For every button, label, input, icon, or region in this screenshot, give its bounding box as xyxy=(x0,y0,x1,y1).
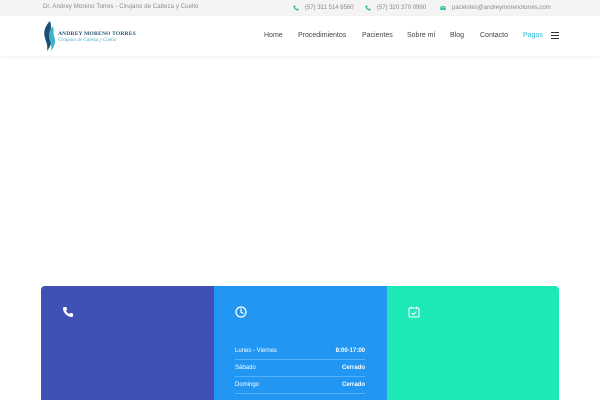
phone-number-2: (57) 320 370 0990 xyxy=(377,5,427,11)
phone-icon xyxy=(62,306,74,318)
nav-item-pacientes[interactable]: Pacientes xyxy=(362,32,393,42)
phone-icon xyxy=(365,5,371,11)
hours-row: Lunes - Viernes 8:00-17:00 xyxy=(235,344,365,360)
hours-row: Domingo Cerrado xyxy=(235,378,365,394)
hours-row: Sábado Cerrado xyxy=(235,361,365,377)
hours-time: Cerrado xyxy=(341,382,365,388)
site-header: ANDREY MORENO TORRES Cirujano de Cabeza … xyxy=(0,16,600,56)
phone-icon xyxy=(293,5,299,11)
hours-day: Domingo xyxy=(235,382,260,388)
phone-number-1: (57) 311 514 6560 xyxy=(305,5,354,11)
hamburger-icon[interactable] xyxy=(551,32,559,40)
envelope-icon xyxy=(440,5,446,10)
hours-time: Cerrado xyxy=(341,365,365,371)
phone-panel xyxy=(41,286,214,400)
top-bar: Dr. Andrey Moreno Torres - Cirujano de C… xyxy=(0,0,600,16)
email-contact[interactable]: pacientes@andreymorenotorres.com xyxy=(440,3,551,13)
email-address: pacientes@andreymorenotorres.com xyxy=(452,5,551,11)
nav-item-procedimientos[interactable]: Procedimientos xyxy=(298,32,346,42)
logo-mark-icon xyxy=(44,21,55,51)
tagline: Dr. Andrey Moreno Torres - Cirujano de C… xyxy=(43,4,199,10)
phone-contact-2[interactable]: (57) 320 370 0990 xyxy=(365,3,426,13)
nav-item-sobre-mi[interactable]: Sobre mí xyxy=(407,32,435,42)
phone-contact-1[interactable]: (57) 311 514 6560 xyxy=(293,3,354,13)
appointment-panel xyxy=(387,286,559,400)
hours-panel: Lunes - Viernes 8:00-17:00 Sábado Cerrad… xyxy=(214,286,387,400)
nav-item-contacto[interactable]: Contacto xyxy=(480,32,508,42)
nav-item-home[interactable]: Home xyxy=(264,32,283,42)
logo-subtitle: Cirujano de Cabeza y Cuello xyxy=(58,38,117,43)
hours-day: Sábado xyxy=(235,365,256,371)
nav-item-blog[interactable]: Blog xyxy=(450,32,464,42)
hours-day: Lunes - Viernes xyxy=(235,348,277,354)
nav-item-pagos[interactable]: Pagos xyxy=(523,32,543,42)
clock-icon xyxy=(235,306,247,318)
logo-name: ANDREY MORENO TORRES xyxy=(58,31,136,37)
hours-time: 8:00-17:00 xyxy=(335,348,365,354)
site-logo[interactable]: ANDREY MORENO TORRES Cirujano de Cabeza … xyxy=(42,20,142,52)
calendar-check-icon xyxy=(408,306,420,318)
